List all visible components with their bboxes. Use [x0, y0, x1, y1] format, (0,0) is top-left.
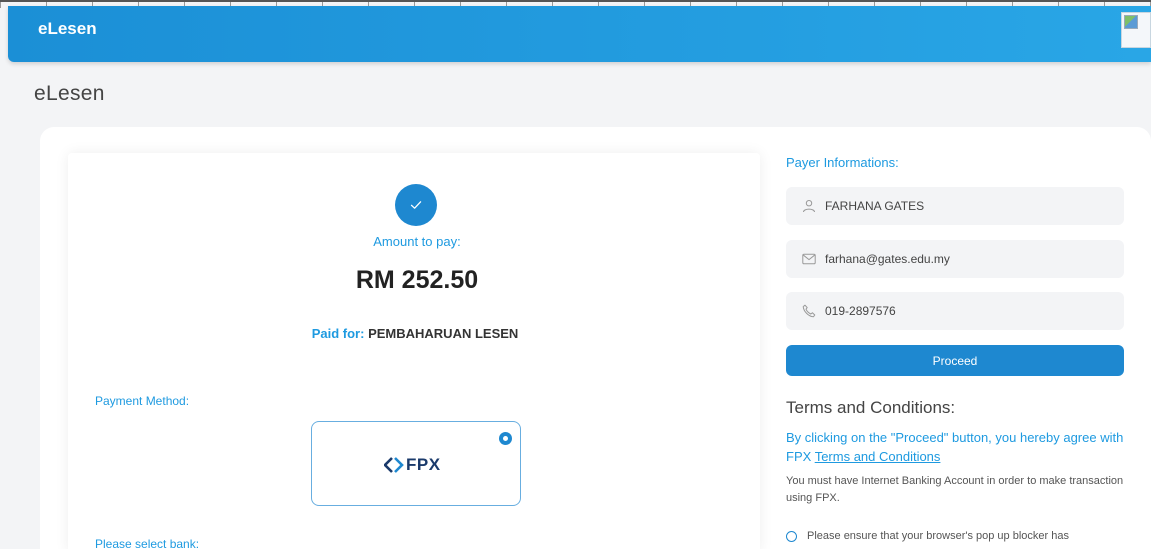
terms-title: Terms and Conditions:: [786, 398, 956, 417]
fpx-chevron-icon: [384, 457, 404, 473]
mail-icon: [802, 253, 816, 265]
terms-note: You must have Internet Banking Account i…: [786, 475, 1124, 504]
payer-email-field[interactable]: farhana@gates.edu.my: [786, 240, 1124, 278]
app-header: eLesen: [8, 6, 1151, 62]
amount-value: RM 252.50: [355, 266, 479, 294]
user-avatar[interactable]: [1121, 12, 1151, 48]
fpx-logo-text: FPX: [406, 455, 441, 474]
payer-email-value: farhana@gates.edu.my: [825, 252, 950, 266]
paid-for: Paid for: PEMBAHARUAN LESEN: [200, 326, 630, 341]
terms-bullet-text: Please ensure that your browser's pop up…: [807, 530, 1069, 542]
payer-name-field[interactable]: FARHANA GATES: [786, 187, 1124, 225]
phone-icon: [802, 304, 816, 318]
bullet-circle-icon: [786, 531, 797, 542]
select-bank-label: Please select bank:: [95, 537, 200, 549]
fpx-payment-option[interactable]: FPX: [311, 421, 521, 506]
check-icon: [395, 184, 437, 226]
fpx-radio[interactable]: [499, 432, 512, 445]
amount-label: Amount to pay:: [373, 234, 461, 249]
user-icon: [803, 199, 815, 213]
terms-lead: By clicking on the "Proceed" button, you…: [786, 428, 1126, 466]
terms-bullet-item: Please ensure that your browser's pop up…: [786, 528, 1126, 545]
app-brand[interactable]: eLesen: [38, 19, 97, 39]
terms-link[interactable]: Terms and Conditions: [815, 449, 941, 464]
page-title: eLesen: [34, 82, 105, 105]
payment-method-label: Payment Method:: [95, 394, 190, 408]
fpx-logo: FPX: [384, 455, 441, 475]
payer-phone-field[interactable]: 019-2897576: [786, 292, 1124, 330]
paid-for-value: PEMBAHARUAN LESEN: [368, 326, 519, 341]
broken-image-icon: [1124, 15, 1138, 29]
paid-for-label: Paid for:: [311, 326, 365, 341]
payer-phone-value: 019-2897576: [825, 304, 896, 318]
payer-name-value: FARHANA GATES: [825, 199, 925, 213]
payer-info-title: Payer Informations:: [786, 155, 899, 170]
proceed-button[interactable]: Proceed: [786, 345, 1124, 376]
